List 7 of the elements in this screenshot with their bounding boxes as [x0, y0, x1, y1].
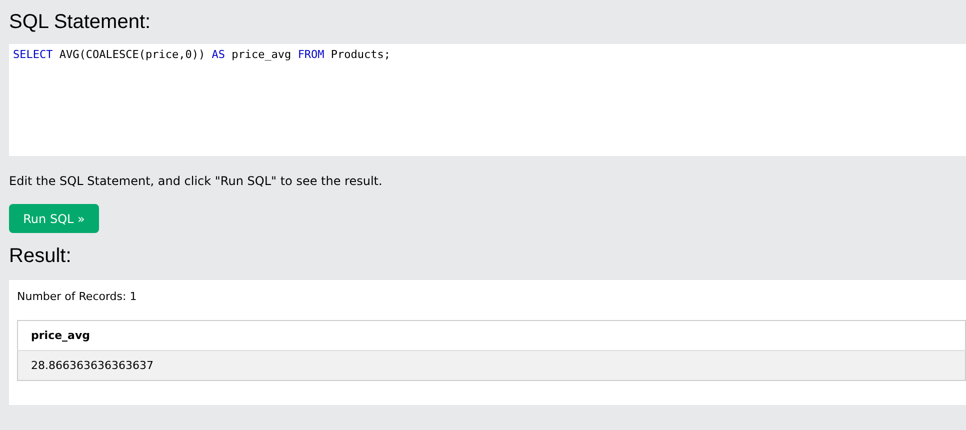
- table-cell: 28.866363636363637: [18, 350, 966, 380]
- section-heading: Result:: [9, 244, 72, 269]
- column-header: price_avg: [18, 320, 966, 350]
- sql-editor[interactable]: SELECT AVG(COALESCE(price,0)) AS price_avg FROM Products;: [9, 44, 966, 156]
- record-count: Number of Records: 1: [17, 290, 138, 305]
- section-heading: SQL Statement:: [9, 10, 152, 35]
- instruction-text: Edit the SQL Statement, and click "Run SQL" to see the result.: [9, 173, 384, 190]
